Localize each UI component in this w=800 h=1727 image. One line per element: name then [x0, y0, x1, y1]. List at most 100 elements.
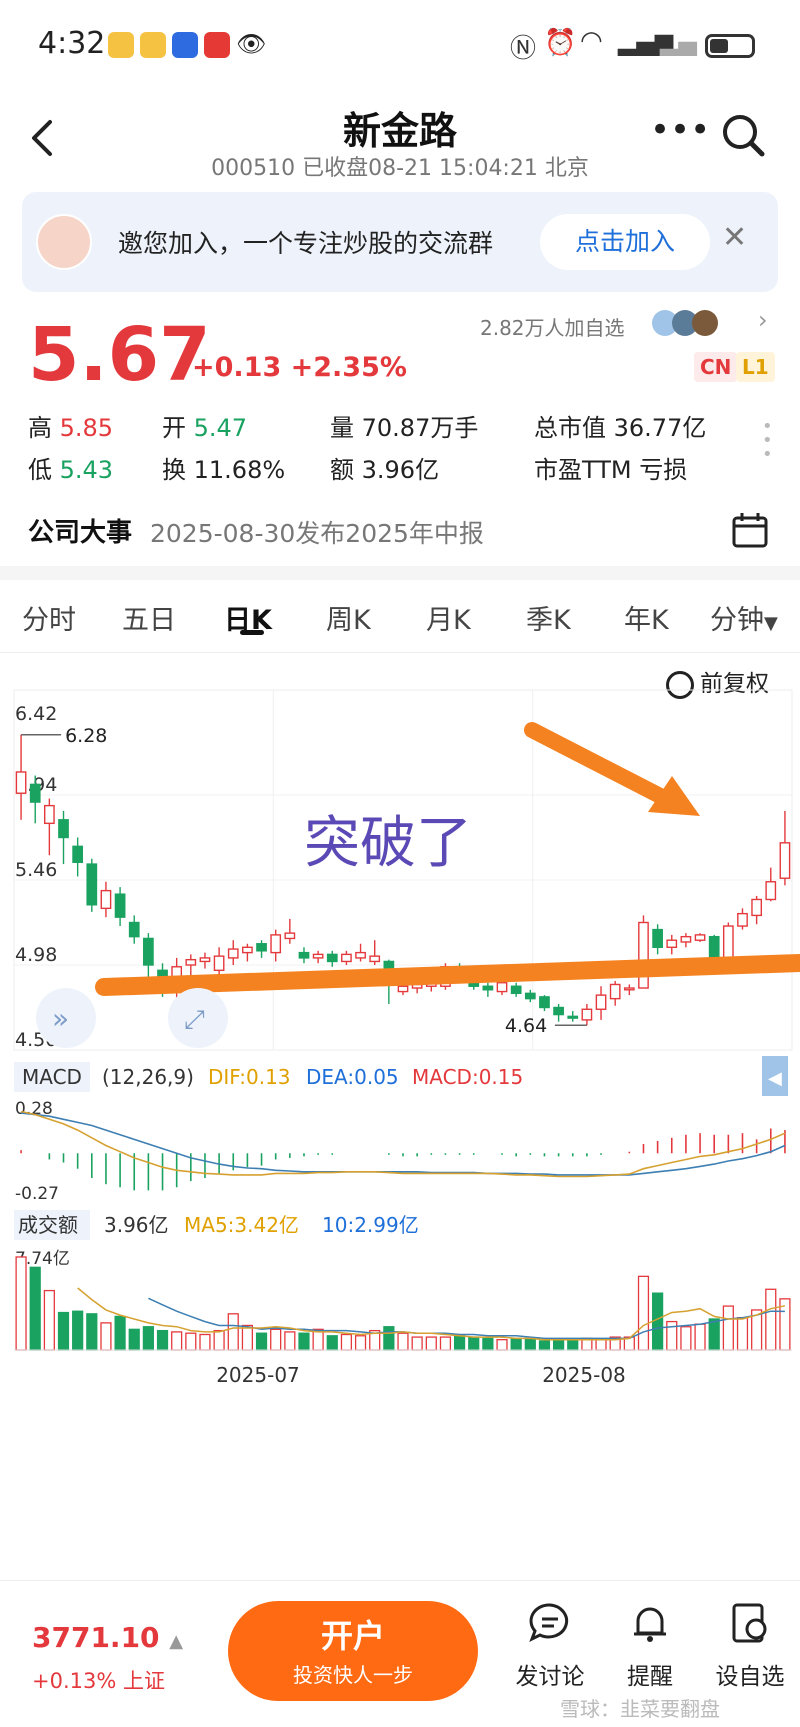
- turnover-bar: [425, 1336, 437, 1351]
- tab-five-day[interactable]: 五日: [122, 598, 176, 637]
- chevron-down-icon: ▼: [764, 613, 778, 634]
- high-stat: 高 5.85: [28, 408, 113, 443]
- turnover-bar: [652, 1292, 664, 1351]
- candle-body: [623, 987, 635, 991]
- tab-monthly-k[interactable]: 月K: [426, 598, 471, 637]
- remind-button[interactable]: 提醒: [600, 1601, 700, 1691]
- turnover-bar: [397, 1332, 409, 1351]
- join-button[interactable]: 点击加入: [540, 214, 710, 270]
- candle-body: [722, 925, 734, 959]
- remind-label: 提醒: [627, 1664, 673, 1690]
- tab-weekly-k[interactable]: 周K: [326, 598, 371, 637]
- high-value: 5.85: [59, 414, 114, 442]
- macd-value-label: MACD:0.15: [412, 1065, 523, 1089]
- double-chevron-icon: »: [52, 1002, 69, 1035]
- more-stats-icon[interactable]: • • •: [762, 418, 773, 464]
- x-axis-tick: 2025-08: [542, 1363, 626, 1387]
- tab-minute[interactable]: 分钟▼: [710, 598, 778, 637]
- cn-badge: CN: [694, 352, 738, 382]
- tab-intraday[interactable]: 分时: [22, 598, 76, 637]
- chevron-right-icon[interactable]: ›: [758, 306, 768, 334]
- turnover-bar: [595, 1339, 607, 1351]
- turnover-ma10: 10:2.99亿: [322, 1213, 419, 1237]
- active-tab-indicator: [240, 630, 264, 635]
- discuss-button[interactable]: 发讨论: [500, 1601, 600, 1691]
- index-value[interactable]: 3771.10 ▲: [32, 1621, 183, 1654]
- candle-body: [100, 889, 112, 910]
- app-notification-icon: [172, 32, 198, 58]
- turnover-stat: 换 11.68%: [162, 456, 286, 484]
- turnover-bar: [736, 1317, 749, 1351]
- candle-body: [227, 948, 239, 959]
- price-axis-tick: 6.42: [15, 703, 57, 725]
- avatar: [36, 214, 92, 270]
- candle-body: [397, 985, 409, 993]
- bottom-bar: 3771.10 ▲ +0.13% 上证 开户 投资快人一步 发讨论 提醒 设自选…: [0, 1580, 800, 1727]
- turnover-bar: [567, 1339, 579, 1351]
- turnover-bar: [284, 1331, 296, 1351]
- candle-body: [128, 921, 140, 938]
- weibo-icon-2: [140, 32, 166, 58]
- app-notification-icon-2: [204, 32, 230, 58]
- candle-body: [355, 951, 366, 959]
- search-icon[interactable]: [720, 112, 768, 160]
- candle-body: [43, 804, 55, 825]
- volume-stat: 量 70.87万手: [330, 414, 479, 442]
- candle-body: [284, 932, 296, 940]
- l1-badge: L1: [736, 352, 775, 382]
- pe-stat: 市盈TTM 亏损: [534, 456, 688, 484]
- open-account-title: 开户: [320, 1617, 385, 1655]
- turnover-bar: [765, 1288, 777, 1351]
- expand-icon: ⤢: [184, 1005, 205, 1035]
- calendar-icon[interactable]: [730, 510, 770, 550]
- nfc-icon: Ⓝ: [510, 34, 537, 64]
- candle-body: [86, 863, 98, 906]
- turnover-bar: [213, 1329, 225, 1351]
- candle-body: [751, 898, 763, 917]
- candle-body: [638, 921, 649, 989]
- resistance-line-annotation: [95, 954, 800, 996]
- macd-dea-label: DEA:0.05: [306, 1065, 399, 1089]
- section-divider: [0, 566, 800, 580]
- candle-body: [15, 771, 27, 794]
- tab-minute-label: 分钟: [710, 605, 764, 636]
- candle-body: [694, 934, 706, 941]
- open-account-button[interactable]: 开户 投资快人一步: [228, 1601, 478, 1701]
- event-text[interactable]: 2025-08-30发布2025年中报: [150, 514, 484, 550]
- discussion-icon: [529, 1603, 569, 1643]
- candle-body: [312, 953, 324, 959]
- turnover-bar: [637, 1275, 650, 1351]
- turnover-bar: [722, 1305, 734, 1351]
- turnover-ma5: MA5:3.42亿: [184, 1213, 299, 1237]
- triangle-up-icon: ▲: [169, 1631, 184, 1652]
- candle-body: [708, 935, 720, 959]
- turnover-bar: [270, 1328, 282, 1351]
- candle-body: [341, 953, 352, 963]
- watermark: 雪球：韭菜要翻盘: [560, 1697, 720, 1721]
- turnover-bar: [86, 1313, 98, 1351]
- macd-dea-line: [21, 1112, 786, 1176]
- status-bar: 4:32 👁 Ⓝ ⏰ ◠ ▂▄▆ ▂▄: [0, 0, 800, 90]
- macd-axis-tick: -0.27: [15, 1184, 59, 1204]
- max-marker-label: 6.28: [65, 725, 107, 747]
- tab-quarterly-k[interactable]: 季K: [526, 598, 571, 637]
- bell-icon: [634, 1607, 666, 1642]
- candle-body: [482, 985, 494, 991]
- more-icon[interactable]: •••: [650, 110, 710, 150]
- candle-body: [29, 783, 41, 803]
- candle-body: [609, 983, 621, 1000]
- followers-count[interactable]: 2.82万人加自选: [480, 312, 625, 341]
- candle-body: [185, 958, 197, 966]
- open-value: 5.47: [193, 414, 248, 442]
- turnover-bar: [453, 1335, 466, 1351]
- add-watchlist-button[interactable]: 设自选: [700, 1601, 800, 1691]
- turnover-bar: [482, 1337, 494, 1351]
- candle-body: [270, 934, 282, 954]
- collapse-icon: ◀: [768, 1068, 782, 1089]
- close-icon[interactable]: ✕: [722, 220, 747, 255]
- turnover-bar: [326, 1335, 338, 1351]
- turnover-bar: [43, 1289, 55, 1351]
- turnover-bar: [510, 1337, 522, 1351]
- tab-yearly-k[interactable]: 年K: [624, 598, 669, 637]
- kline-chart[interactable]: 6.425.945.464.984.506.284.64突破了»⤢MACD(12…: [0, 650, 800, 1550]
